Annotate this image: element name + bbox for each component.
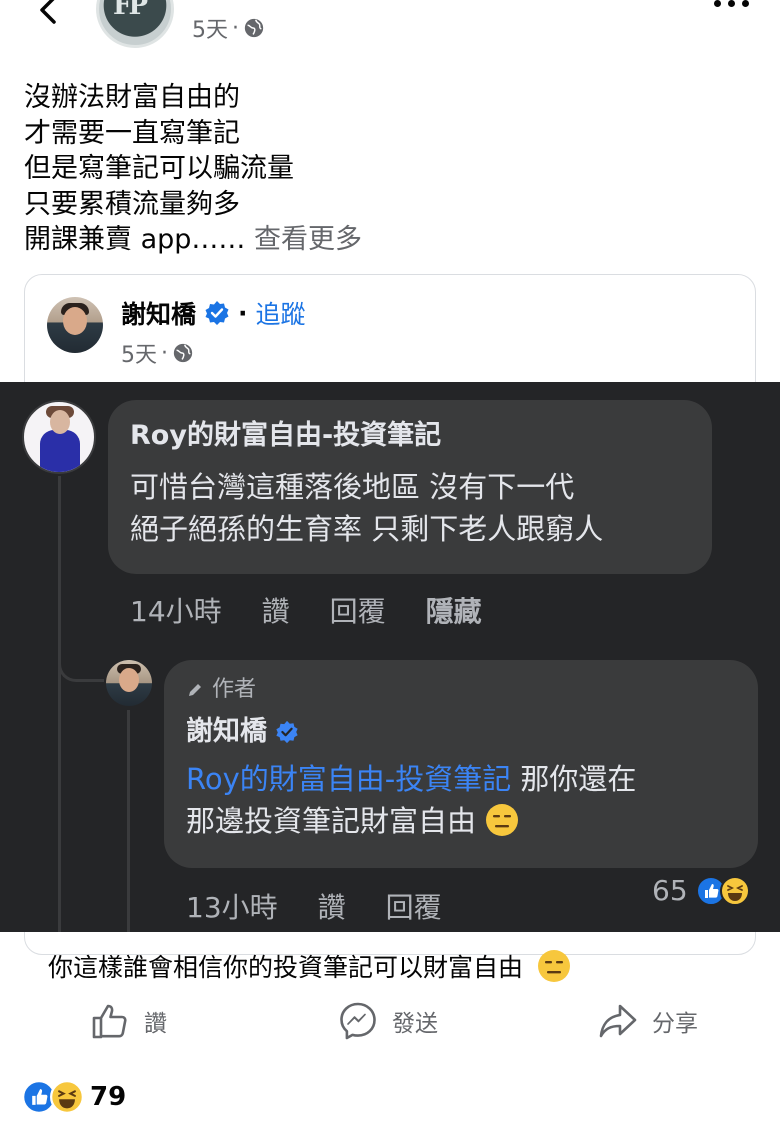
verified-badge-icon [205, 301, 229, 325]
post-line: 但是寫筆記可以騙流量 [24, 153, 294, 184]
see-more-link[interactable]: 查看更多 [254, 224, 362, 255]
mention-link[interactable]: Roy的財富自由-投資筆記 [186, 762, 511, 796]
comment-text: 可惜台灣這種落後地區 沒有下一代 [130, 470, 575, 504]
reply-reactions[interactable]: 65 [652, 874, 750, 907]
reply-text: 那邊投資筆記財富自由 [186, 804, 477, 838]
post-action-bar: 讚 發送 分享 [0, 996, 780, 1046]
comment-reply-button[interactable]: 回覆 [330, 590, 386, 630]
pencil-icon [189, 684, 201, 696]
page-avatar[interactable]: FP [96, 0, 174, 48]
send-label: 發送 [392, 1011, 438, 1037]
post-line: 才需要一直寫筆記 [24, 117, 240, 149]
shared-post-time[interactable]: 5天 [121, 337, 157, 369]
like-button[interactable]: 讚 [90, 996, 167, 1046]
reply-author-avatar[interactable] [106, 660, 152, 706]
send-button[interactable]: 發送 [338, 996, 438, 1046]
shared-author-avatar[interactable] [47, 297, 103, 353]
shared-author-name[interactable]: 謝知橋 [121, 295, 196, 331]
globe-icon [173, 343, 193, 363]
thread-connector [58, 642, 104, 682]
post-line: 沒辦法財富自由的 [24, 82, 240, 113]
share-label: 分享 [652, 1011, 698, 1037]
comment-actions: 14小時 讚 回覆 隱藏 [130, 590, 522, 630]
author-badge: 作者 [186, 676, 736, 704]
haha-reaction-icon [50, 1080, 84, 1114]
expressionless-emoji-icon [538, 950, 571, 982]
post-meta: 5天 · [192, 12, 265, 44]
post-body: 沒辦法財富自由的 才需要一直寫筆記 但是寫筆記可以騙流量 只要累積流量夠多 開課… [24, 80, 362, 258]
comment-time[interactable]: 14小時 [130, 590, 222, 630]
thread-line [58, 476, 61, 932]
thread-line [127, 710, 130, 932]
reply-bubble: 作者 謝知橋 Roy的財富自由-投資筆記 那你還在 那邊投資筆記財富自由 [164, 660, 758, 868]
share-arrow-icon [599, 1004, 637, 1038]
commenter-name[interactable]: Roy的財富自由-投資筆記 [130, 418, 690, 454]
commenter-avatar[interactable] [22, 400, 96, 474]
share-button[interactable]: 分享 [598, 996, 698, 1046]
reply-time[interactable]: 13小時 [186, 886, 278, 926]
comment-hide-button[interactable]: 隱藏 [426, 590, 482, 630]
shared-post-meta: 5天 · [121, 337, 194, 369]
more-options-button[interactable] [714, 0, 749, 7]
haha-reaction-icon [719, 875, 750, 906]
comment-text: 絕子絕孫的生育率 只剩下老人跟窮人 [130, 512, 604, 546]
post-line: 開課兼賣 app…… [24, 224, 246, 255]
reaction-count: 65 [652, 874, 688, 907]
thumbs-up-icon [92, 1004, 127, 1039]
chevron-left-icon [40, 0, 56, 24]
back-button[interactable] [30, 0, 70, 34]
post-header: FP 5天 · [0, 0, 780, 60]
reply-text: 那你還在 [511, 762, 637, 796]
verified-badge-icon [276, 720, 298, 744]
post-reactions-summary[interactable]: 79 [22, 1080, 126, 1114]
post-line: 只要累積流量夠多 [24, 188, 240, 220]
messenger-icon [340, 1002, 376, 1040]
comment-screenshot: Roy的財富自由-投資筆記 可惜台灣這種落後地區 沒有下一代 絕子絕孫的生育率 … [0, 382, 780, 932]
reply-actions: 13小時 讚 回覆 [186, 886, 482, 926]
follow-button[interactable]: 追蹤 [256, 295, 306, 331]
reply-author-name[interactable]: 謝知橋 [186, 712, 267, 752]
post-time[interactable]: 5天 [192, 12, 228, 44]
comment-bubble: Roy的財富自由-投資筆記 可惜台灣這種落後地區 沒有下一代 絕子絕孫的生育率 … [108, 400, 712, 574]
reaction-total: 79 [90, 1082, 127, 1112]
expressionless-emoji-icon [486, 804, 519, 836]
caption-text: 你這樣誰會相信你的投資筆記可以財富自由 [48, 948, 571, 984]
comment-like-button[interactable]: 讚 [262, 590, 290, 630]
globe-icon [244, 18, 264, 38]
reply-like-button[interactable]: 讚 [318, 886, 346, 926]
reply-reply-button[interactable]: 回覆 [386, 886, 442, 926]
like-label: 讚 [144, 1011, 167, 1037]
